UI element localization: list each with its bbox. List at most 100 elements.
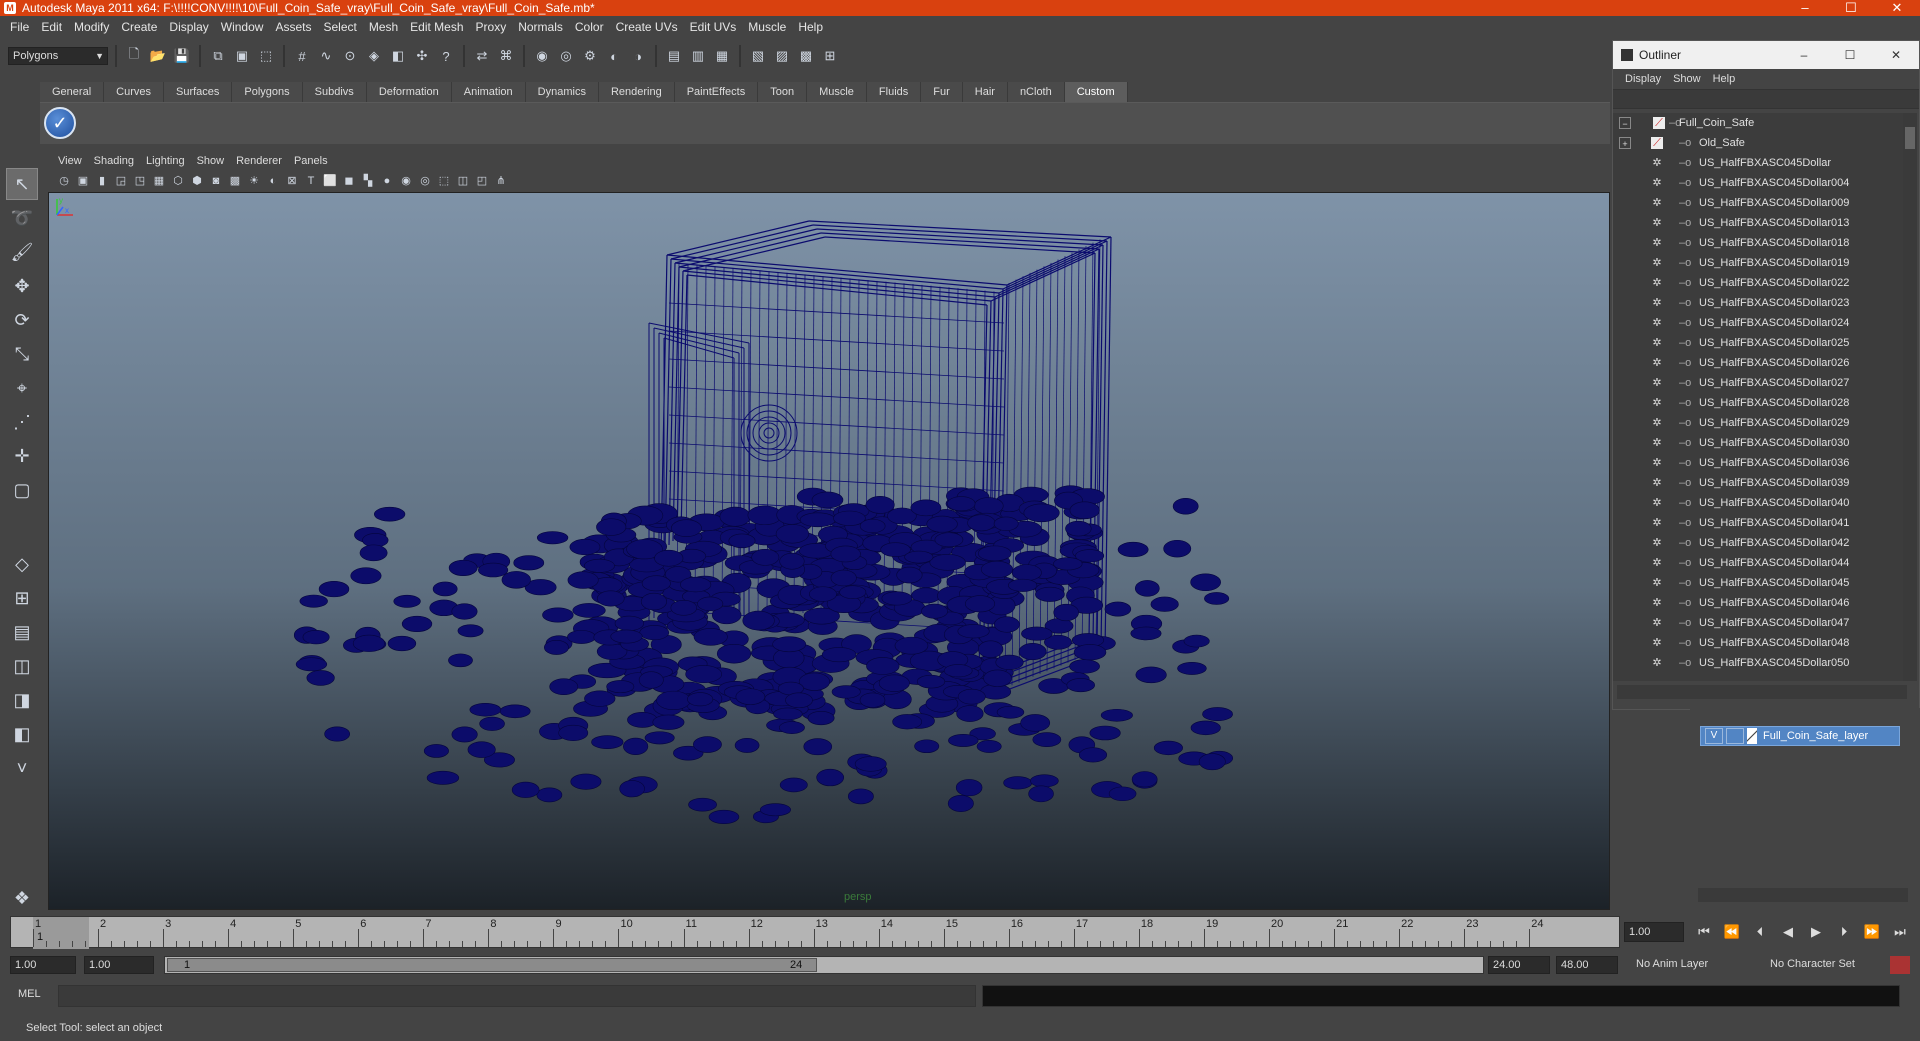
menu-file[interactable]: File xyxy=(4,20,35,34)
perspective-viewport[interactable]: y x persp xyxy=(48,192,1610,910)
input-output-icon[interactable]: ⇄ xyxy=(472,46,492,66)
outliner-maximize-button[interactable]: ☐ xyxy=(1827,41,1873,69)
select-by-object-icon[interactable]: ▣ xyxy=(232,46,252,66)
outliner-item[interactable]: ✲ –o US_HalfFBXASC045Dollar039 xyxy=(1613,473,1903,493)
outliner-item[interactable]: ✲ –o US_HalfFBXASC045Dollar029 xyxy=(1613,413,1903,433)
layer-type-toggle[interactable] xyxy=(1726,728,1744,744)
step-forward-frame-icon[interactable]: ⏵ xyxy=(1834,924,1854,940)
menu-mesh[interactable]: Mesh xyxy=(363,20,404,34)
toggle-attribute-editor-icon[interactable]: ▦ xyxy=(712,46,732,66)
command-input[interactable] xyxy=(58,985,976,1007)
outliner-menu-help[interactable]: Help xyxy=(1707,73,1742,85)
menu-assets[interactable]: Assets xyxy=(269,20,317,34)
expand-toggle-icon[interactable]: + xyxy=(1619,137,1631,149)
outliner-item[interactable]: + ⟋ –o Old_Safe xyxy=(1613,133,1903,153)
default-light-icon[interactable]: ● xyxy=(379,173,395,189)
snap-curve-icon[interactable]: ∿ xyxy=(316,46,336,66)
scroll-thumb[interactable] xyxy=(1905,127,1915,149)
outliner-item[interactable]: ✲ –o US_HalfFBXASC045Dollar047 xyxy=(1613,613,1903,633)
playback-end-field[interactable]: 24.00 xyxy=(1488,956,1550,974)
range-handle[interactable]: 1 24 xyxy=(167,958,817,972)
grid-toggle-icon[interactable]: ▦ xyxy=(151,173,167,189)
go-to-start-icon[interactable]: ⏮ xyxy=(1694,924,1714,940)
bookmark-icon[interactable]: ▮ xyxy=(94,173,110,189)
universal-manipulator-icon[interactable]: ⌖ xyxy=(6,372,38,404)
shelf-tab-animation[interactable]: Animation xyxy=(451,82,526,102)
textured-icon[interactable]: ▩ xyxy=(227,173,243,189)
menu-display[interactable]: Display xyxy=(163,20,214,34)
checker-icon[interactable]: ▚ xyxy=(360,173,376,189)
auto-key-icon[interactable] xyxy=(1890,956,1910,974)
image-plane-icon[interactable]: ◲ xyxy=(113,173,129,189)
render-frame-icon[interactable]: ◉ xyxy=(532,46,552,66)
outliner-item[interactable]: ✲ –o US_HalfFBXASC045Dollar xyxy=(1613,153,1903,173)
step-back-frame-icon[interactable]: ⏴ xyxy=(1750,924,1770,940)
box-shaded-icon[interactable]: ◼ xyxy=(341,173,357,189)
outliner-item[interactable]: ✲ –o US_HalfFBXASC045Dollar045 xyxy=(1613,573,1903,593)
expand-toggle-icon[interactable]: − xyxy=(1619,117,1631,129)
outliner-item[interactable]: ✲ –o US_HalfFBXASC045Dollar042 xyxy=(1613,533,1903,553)
help-icon[interactable]: ? xyxy=(436,46,456,66)
backface-icon[interactable]: ◰ xyxy=(474,173,490,189)
shelf-tab-polygons[interactable]: Polygons xyxy=(232,82,303,102)
close-button[interactable]: ✕ xyxy=(1874,0,1920,16)
select-by-component-icon[interactable]: ⬚ xyxy=(256,46,276,66)
select-tool-icon[interactable]: ↖ xyxy=(6,168,38,200)
outliner-vertical-scrollbar[interactable] xyxy=(1903,113,1917,681)
construction-history-icon[interactable]: ⌘ xyxy=(496,46,516,66)
shelf-tab-custom[interactable]: Custom xyxy=(1064,82,1128,102)
outliner-filter-field[interactable] xyxy=(1613,89,1919,109)
render-view-icon[interactable]: ◑ xyxy=(628,46,648,66)
shelf-tab-deformation[interactable]: Deformation xyxy=(366,82,452,102)
layer-color-swatch[interactable] xyxy=(1747,728,1757,744)
outliner-item[interactable]: ✲ –o US_HalfFBXASC045Dollar050 xyxy=(1613,653,1903,673)
menu-muscle[interactable]: Muscle xyxy=(742,20,792,34)
hypershade-icon[interactable]: ◐ xyxy=(604,46,624,66)
shelf-tab-subdivs[interactable]: Subdivs xyxy=(302,82,367,102)
save-scene-icon[interactable]: 💾 xyxy=(172,46,192,66)
shelf-tab-muscle[interactable]: Muscle xyxy=(807,82,867,102)
outliner-item[interactable]: ✲ –o US_HalfFBXASC045Dollar009 xyxy=(1613,193,1903,213)
viewport-menu-lighting[interactable]: Lighting xyxy=(140,155,191,167)
outliner-list[interactable]: − ⟋ –o Full_Coin_Safe + ⟋ –o Old_Safe ✲ –o US_Half… xyxy=(1613,113,1903,681)
toggle-channel-box-icon[interactable]: ▥ xyxy=(688,46,708,66)
outliner-close-button[interactable]: ✕ xyxy=(1873,41,1919,69)
menu-create[interactable]: Create xyxy=(115,20,163,34)
persp-outliner-layout-icon[interactable]: ▤ xyxy=(6,616,38,648)
high-quality-light-icon[interactable]: ◎ xyxy=(417,173,433,189)
new-scene-icon[interactable]: 🗋 xyxy=(124,46,144,66)
move-tool-icon[interactable]: ✥ xyxy=(6,270,38,302)
outliner-item[interactable]: ✲ –o US_HalfFBXASC045Dollar004 xyxy=(1613,173,1903,193)
outliner-item[interactable]: ✲ –o US_HalfFBXASC045Dollar013 xyxy=(1613,213,1903,233)
wireframe-on-shaded-icon[interactable]: ◙ xyxy=(208,173,224,189)
layout-icon[interactable]: ▨ xyxy=(772,46,792,66)
paint-select-tool-icon[interactable]: 🖌 xyxy=(6,236,38,268)
step-back-key-icon[interactable]: ⏪ xyxy=(1722,924,1742,940)
use-all-lights-icon[interactable]: ☀ xyxy=(246,173,262,189)
go-to-end-icon[interactable]: ⏭ xyxy=(1890,924,1910,940)
outliner-item[interactable]: ✲ –o US_HalfFBXASC045Dollar025 xyxy=(1613,333,1903,353)
menu-select[interactable]: Select xyxy=(317,20,362,34)
shelf-tab-fur[interactable]: Fur xyxy=(921,82,963,102)
camera-attributes-icon[interactable]: ▣ xyxy=(75,173,91,189)
menu-window[interactable]: Window xyxy=(215,20,270,34)
camera-select-icon[interactable]: ◷ xyxy=(56,173,72,189)
outliner-item[interactable]: ✲ –o US_HalfFBXASC045Dollar041 xyxy=(1613,513,1903,533)
outliner-item[interactable]: ✲ –o US_HalfFBXASC045Dollar022 xyxy=(1613,273,1903,293)
outliner-item[interactable]: ✲ –o US_HalfFBXASC045Dollar026 xyxy=(1613,353,1903,373)
select-by-hierarchy-icon[interactable]: ⧉ xyxy=(208,46,228,66)
persp-hypershade-layout-icon[interactable]: ◨ xyxy=(6,684,38,716)
snap-point-icon[interactable]: ⊙ xyxy=(340,46,360,66)
snap-plane-icon[interactable]: ◈ xyxy=(364,46,384,66)
viewport-menu-view[interactable]: View xyxy=(52,155,88,167)
shelf-tab-ncloth[interactable]: nCloth xyxy=(1007,82,1065,102)
menu-color[interactable]: Color xyxy=(569,20,610,34)
animation-start-field[interactable]: 1.00 xyxy=(10,956,76,974)
single-perspective-layout-icon[interactable]: ◇ xyxy=(6,548,38,580)
command-language-label[interactable]: MEL xyxy=(18,988,41,1000)
outliner-item[interactable]: ✲ –o US_HalfFBXASC045Dollar048 xyxy=(1613,633,1903,653)
play-backward-icon[interactable]: ◀ xyxy=(1778,924,1798,940)
outliner-item[interactable]: − ⟋ –o Full_Coin_Safe xyxy=(1613,113,1903,133)
current-frame-marker[interactable]: 1 xyxy=(33,917,89,949)
time-slider[interactable]: 1 1 2 3 4 5 6 7 8 9 10 11 12 13 14 15 16 17 18 19 20 21 22 23 2… xyxy=(10,916,1620,949)
